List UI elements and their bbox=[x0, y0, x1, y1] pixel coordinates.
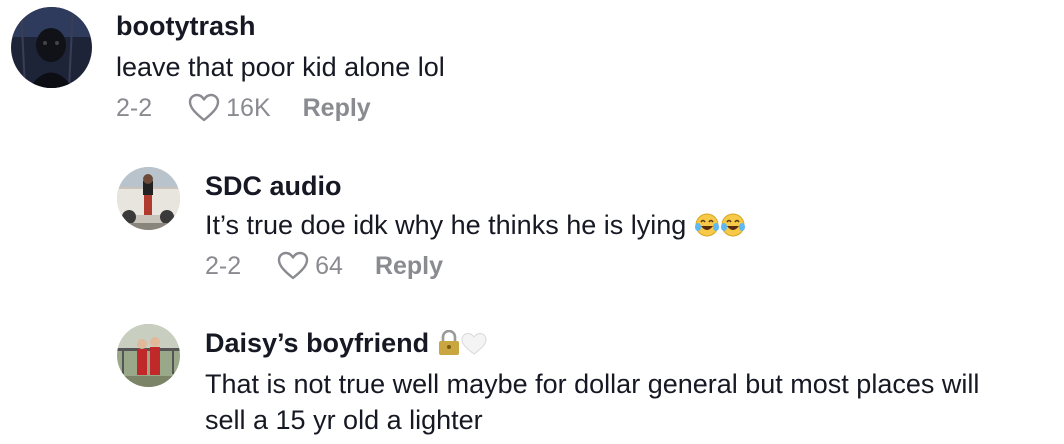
comment-meta: 2-2 64 Reply bbox=[205, 249, 443, 283]
comment-date: 2-2 bbox=[205, 251, 242, 280]
comment-text-line-2: sell a 15 yr old a lighter bbox=[205, 405, 483, 435]
like-count: 16K bbox=[226, 93, 271, 122]
username[interactable]: bootytrash bbox=[116, 10, 256, 42]
username[interactable]: SDC audio bbox=[205, 170, 342, 202]
lock-icon bbox=[437, 329, 461, 363]
reply-button[interactable]: Reply bbox=[375, 252, 443, 281]
comment-text-line-1: That is not true well maybe for dollar g… bbox=[205, 369, 980, 399]
comment-text: leave that poor kid alone lol bbox=[116, 52, 445, 82]
comment-text-body: It’s true doe idk why he thinks he is ly… bbox=[205, 210, 687, 240]
username-text: Daisy’s boyfriend bbox=[205, 328, 430, 358]
comment-meta: 2-2 16K Reply bbox=[116, 91, 371, 125]
comment-date: 2-2 bbox=[116, 93, 153, 122]
avatar[interactable] bbox=[11, 7, 92, 88]
avatar[interactable] bbox=[117, 167, 180, 230]
username[interactable]: Daisy’s boyfriend bbox=[205, 327, 487, 363]
comment-text: It’s true doe idk why he thinks he is ly… bbox=[205, 206, 746, 248]
heart-outline-icon bbox=[277, 251, 309, 280]
reply-button[interactable]: Reply bbox=[303, 94, 371, 123]
like-button[interactable]: 16K bbox=[188, 93, 271, 123]
tears-of-joy-icon bbox=[694, 210, 746, 248]
like-button[interactable]: 64 bbox=[277, 251, 343, 281]
heart-outline-icon bbox=[188, 93, 220, 122]
white-heart-icon bbox=[461, 331, 487, 363]
like-count: 64 bbox=[315, 251, 343, 280]
avatar[interactable] bbox=[117, 324, 180, 387]
